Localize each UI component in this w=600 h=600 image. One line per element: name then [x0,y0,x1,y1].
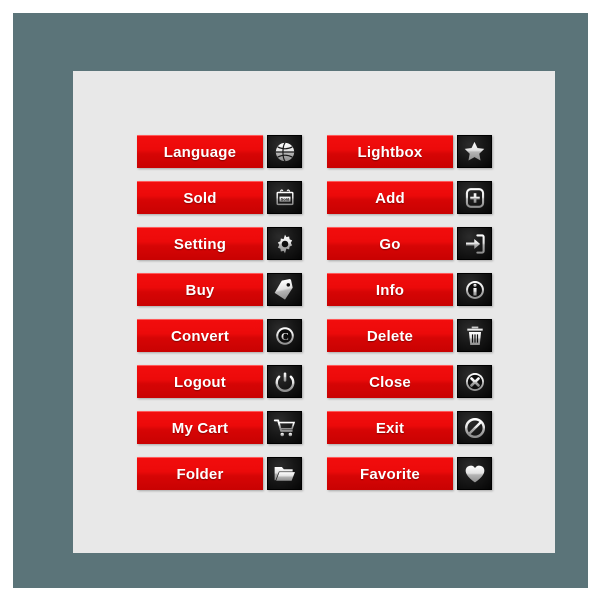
svg-text:C: C [281,331,289,343]
button-setting[interactable]: Setting [137,227,302,260]
button-sold[interactable]: Sold Sold [137,181,302,214]
button-add[interactable]: Add [327,181,492,214]
button-label-box[interactable]: Convert [137,319,263,352]
button-label: Language [163,143,237,161]
sold-sign-icon[interactable]: Sold [267,181,302,214]
button-label-box[interactable]: Add [327,181,453,214]
button-label-box[interactable]: Sold [137,181,263,214]
right-column: Lightbox Add Go Info Delete Close Exit Favorite [327,135,492,490]
button-label: Lightbox [357,143,423,161]
button-label: Buy [185,281,215,299]
close-x-circle-icon[interactable] [457,365,492,398]
button-label: Exit [375,419,405,437]
enter-arrow-icon[interactable] [457,227,492,260]
star-icon[interactable] [457,135,492,168]
button-label-box[interactable]: Delete [327,319,453,352]
outer-frame: Language Sold Sold Setting Buy Convert C Logout… [13,13,588,588]
button-label: Go [379,235,401,253]
button-label: My Cart [171,419,229,437]
button-label-box[interactable]: Logout [137,365,263,398]
button-my-cart[interactable]: My Cart [137,411,302,444]
button-label-box[interactable]: Favorite [327,457,453,490]
svg-text:Sold: Sold [280,196,289,201]
button-info[interactable]: Info [327,273,492,306]
button-label-box[interactable]: Language [137,135,263,168]
copyright-icon[interactable]: C [267,319,302,352]
button-label-box[interactable]: Lightbox [327,135,453,168]
globe-icon[interactable] [267,135,302,168]
button-lightbox[interactable]: Lightbox [327,135,492,168]
button-favorite[interactable]: Favorite [327,457,492,490]
button-language[interactable]: Language [137,135,302,168]
button-label-box[interactable]: Buy [137,273,263,306]
button-folder[interactable]: Folder [137,457,302,490]
gear-icon[interactable] [267,227,302,260]
plus-box-icon[interactable] [457,181,492,214]
button-label-box[interactable]: Folder [137,457,263,490]
button-go[interactable]: Go [327,227,492,260]
prohibition-sign-icon[interactable] [457,411,492,444]
button-label-box[interactable]: Info [327,273,453,306]
button-label: Delete [366,327,414,345]
button-label-box[interactable]: Go [327,227,453,260]
folder-open-icon[interactable] [267,457,302,490]
button-label-box[interactable]: My Cart [137,411,263,444]
button-logout[interactable]: Logout [137,365,302,398]
info-circle-icon[interactable] [457,273,492,306]
button-buy[interactable]: Buy [137,273,302,306]
left-column: Language Sold Sold Setting Buy Convert C Logout… [137,135,302,490]
button-label-box[interactable]: Exit [327,411,453,444]
button-label: Logout [173,373,226,391]
button-grid: Language Sold Sold Setting Buy Convert C Logout… [137,135,507,490]
button-label: Convert [170,327,230,345]
shopping-cart-icon[interactable] [267,411,302,444]
button-label-box[interactable]: Setting [137,227,263,260]
button-delete[interactable]: Delete [327,319,492,352]
button-label: Close [369,373,411,391]
price-tag-icon[interactable] [267,273,302,306]
button-label: Setting [173,235,227,253]
trash-can-icon[interactable] [457,319,492,352]
button-label: Info [375,281,405,299]
power-icon[interactable] [267,365,302,398]
screenshot-canvas: Language Sold Sold Setting Buy Convert C Logout… [0,0,600,600]
button-label-box[interactable]: Close [327,365,453,398]
button-exit[interactable]: Exit [327,411,492,444]
button-label: Favorite [360,465,420,483]
button-convert[interactable]: Convert C [137,319,302,352]
button-label: Sold [183,189,217,207]
button-close[interactable]: Close [327,365,492,398]
heart-icon[interactable] [457,457,492,490]
button-label: Add [375,189,405,207]
inner-panel: Language Sold Sold Setting Buy Convert C Logout… [73,71,555,553]
button-label: Folder [176,465,224,483]
